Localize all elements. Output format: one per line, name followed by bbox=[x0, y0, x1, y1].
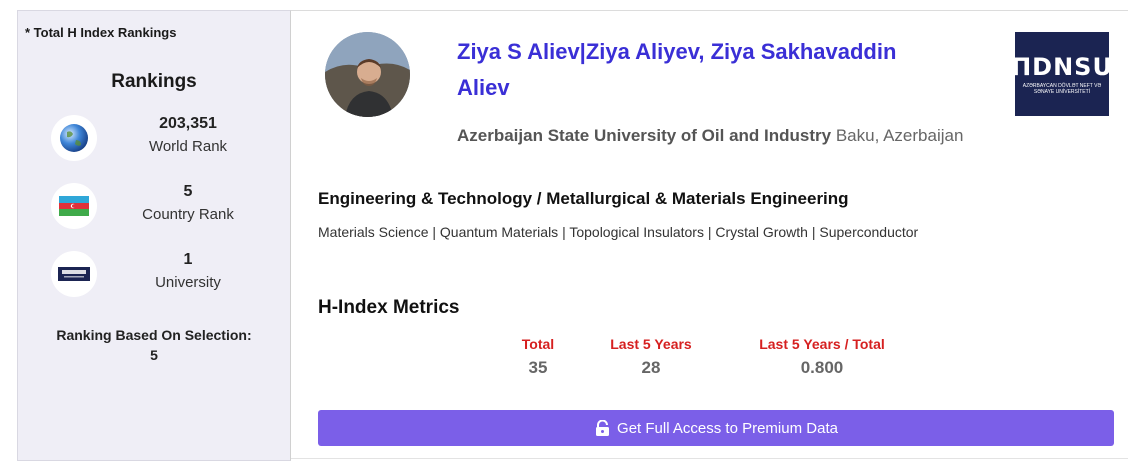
premium-access-label: Get Full Access to Premium Data bbox=[617, 419, 838, 437]
rankings-note: * Total H Index Rankings bbox=[25, 25, 177, 40]
metric-last-5-years-label: Last 5 Years bbox=[610, 336, 692, 352]
ranking-selection-label: Ranking Based On Selection: bbox=[56, 327, 252, 343]
university-logo-subtext: AZƏRBAYCAN DÖVLƏT NEFT VƏ SƏNAYE UNİVERS… bbox=[1022, 83, 1102, 95]
profile-name[interactable]: Ziya S Aliev|Ziya Aliyev, Ziya Sakhavadd… bbox=[457, 34, 897, 106]
azerbaijan-flag-icon bbox=[51, 183, 97, 229]
metric-total-value: 35 bbox=[528, 358, 548, 377]
rankings-title: Rankings bbox=[111, 71, 197, 92]
metric-ratio-label: Last 5 Years / Total bbox=[759, 336, 885, 352]
globe-icon bbox=[51, 115, 97, 161]
ranking-selection-value: 5 bbox=[150, 347, 158, 363]
university-logo: ΠDNSU AZƏRBAYCAN DÖVLƏT NEFT VƏ SƏNAYE U… bbox=[1011, 32, 1112, 116]
country-rank-value: 5 bbox=[183, 183, 193, 200]
country-rank-label: Country Rank bbox=[142, 206, 234, 223]
metrics-title: H-Index Metrics bbox=[318, 297, 460, 318]
profile-avatar bbox=[325, 32, 410, 117]
university-logo-icon bbox=[51, 251, 97, 297]
world-rank-value: 203,351 bbox=[159, 115, 217, 132]
institution-name[interactable]: Azerbaijan State University of Oil and I… bbox=[457, 126, 831, 145]
rankings-sidebar: * Total H Index Rankings Rankings 203,35… bbox=[17, 10, 291, 461]
university-rank-value: 1 bbox=[183, 251, 193, 268]
card-top-border bbox=[291, 10, 1128, 11]
ranking-selection: Ranking Based On Selection: 5 bbox=[18, 325, 290, 365]
institution-info: Azerbaijan State University of Oil and I… bbox=[457, 124, 977, 148]
university-logo-text: ΠDNSU bbox=[1011, 53, 1113, 81]
lock-icon bbox=[594, 419, 611, 437]
metric-last-5-years-value: 28 bbox=[641, 358, 661, 377]
metric-total-label: Total bbox=[521, 336, 555, 352]
metric-ratio: Last 5 Years / Total 0.800 bbox=[732, 336, 912, 378]
world-rank-label: World Rank bbox=[148, 138, 228, 155]
metric-total: Total 35 bbox=[508, 336, 568, 378]
premium-access-button[interactable]: Get Full Access to Premium Data bbox=[318, 410, 1114, 446]
university-rank-row: 1 University bbox=[18, 251, 290, 307]
metric-ratio-value: 0.800 bbox=[800, 358, 844, 377]
metric-last-5-years: Last 5 Years 28 bbox=[595, 336, 707, 378]
card-bottom-border bbox=[291, 458, 1128, 459]
institution-location: Baku, Azerbaijan bbox=[835, 126, 964, 145]
world-rank-row: 203,351 World Rank bbox=[18, 115, 290, 171]
research-field: Engineering & Technology / Metallurgical… bbox=[318, 189, 849, 208]
country-rank-row: 5 Country Rank bbox=[18, 183, 290, 239]
university-rank-label: University bbox=[155, 274, 221, 291]
research-keywords: Materials Science | Quantum Materials | … bbox=[318, 224, 919, 240]
